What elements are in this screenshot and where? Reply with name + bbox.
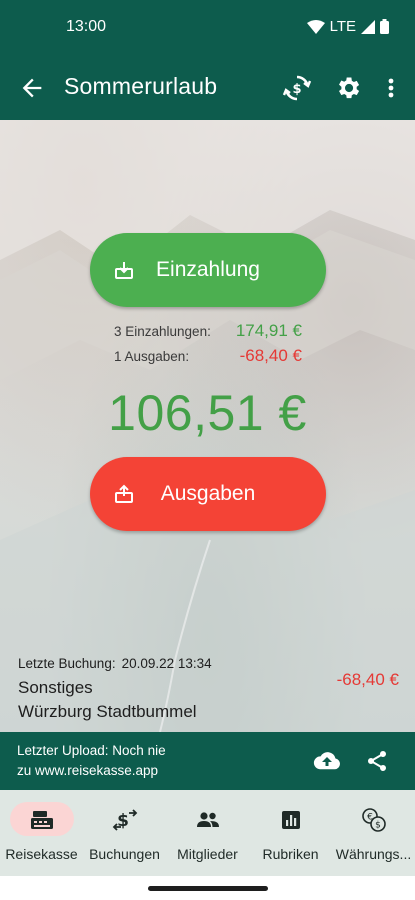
last-booking-datetime: 20.09.22 13:34: [121, 656, 212, 671]
last-booking-description: Würzburg Stadtbummel: [18, 702, 197, 721]
last-booking-label: Letzte Buchung:: [18, 656, 116, 671]
currency-exchange-icon: € $: [362, 808, 386, 832]
more-vert-icon[interactable]: [380, 74, 402, 102]
status-time: 13:00: [66, 18, 107, 35]
status-bar: 13:00 LTE: [0, 0, 415, 56]
page-title: Sommerurlaub: [64, 73, 218, 99]
upload-status: Letzter Upload: Noch nie: [17, 743, 166, 758]
main-content: Einzahlung 3 Einzahlungen: 174,91 € 1 Au…: [0, 120, 415, 732]
transactions-icon: $: [112, 809, 138, 831]
bar-chart-icon: [282, 811, 300, 829]
wifi-icon: [306, 19, 325, 34]
expense-button[interactable]: Ausgaben: [90, 457, 326, 531]
deposit-label: Einzahlung: [156, 258, 260, 281]
deposit-icon: [115, 262, 133, 279]
deposit-button[interactable]: Einzahlung: [90, 233, 326, 307]
nav-label: Währungs...: [335, 846, 412, 862]
expense-icon: [115, 484, 133, 503]
group-icon: [197, 812, 219, 827]
gear-icon[interactable]: [334, 74, 362, 102]
svg-text:$: $: [117, 811, 129, 831]
gesture-handle[interactable]: [148, 886, 268, 891]
nav-item-rubriken[interactable]: Rubriken: [249, 790, 332, 876]
nav-label: Reisekasse: [5, 846, 78, 862]
expenses-count-label: 1 Ausgaben:: [114, 349, 190, 364]
sync-currency-icon[interactable]: $: [282, 73, 312, 103]
share-icon[interactable]: [365, 749, 389, 773]
signal-icon: [361, 19, 375, 34]
expenses-row: 1 Ausgaben: -68,40 €: [114, 345, 314, 367]
nav-label: Mitglieder: [177, 846, 238, 862]
cash-register-icon: [31, 811, 53, 829]
gesture-bar: [0, 876, 415, 900]
last-booking-header: Letzte Buchung: 20.09.22 13:34: [18, 656, 212, 671]
back-arrow-icon[interactable]: [18, 74, 46, 102]
last-booking-amount: -68,40 €: [336, 670, 399, 689]
expense-label: Ausgaben: [160, 482, 256, 505]
nav-item-mitglieder[interactable]: Mitglieder: [166, 790, 249, 876]
last-booking-category: Sonstiges: [18, 678, 93, 697]
nav-item-buchungen[interactable]: $ Buchungen: [83, 790, 166, 876]
nav-label: Buchungen: [89, 846, 160, 862]
svg-text:$: $: [292, 82, 301, 97]
nav-item-reisekasse[interactable]: Reisekasse: [0, 790, 83, 876]
network-type: LTE: [329, 18, 356, 35]
bottom-navigation: Reisekasse $ Buchungen Mitglieder Rubrik…: [0, 790, 415, 876]
deposits-row: 3 Einzahlungen: 174,91 €: [114, 320, 314, 342]
app-bar: Sommerurlaub $: [0, 56, 415, 120]
nav-item-waehrungen[interactable]: € $ Währungs...: [332, 790, 415, 876]
battery-icon: [380, 19, 389, 34]
nav-label: Rubriken: [262, 846, 319, 862]
deposits-total: 174,91 €: [235, 321, 302, 340]
upload-target: zu www.reisekasse.app: [17, 763, 159, 778]
status-icons: LTE: [306, 18, 389, 35]
balance-amount: 106,51 €: [108, 385, 307, 441]
upload-bar: Letzter Upload: Noch nie zu www.reisekas…: [0, 732, 415, 790]
cloud-upload-icon[interactable]: [313, 749, 341, 773]
svg-text:$: $: [375, 821, 381, 831]
deposits-count-label: 3 Einzahlungen:: [114, 324, 211, 339]
expenses-total: -68,40 €: [239, 346, 302, 365]
